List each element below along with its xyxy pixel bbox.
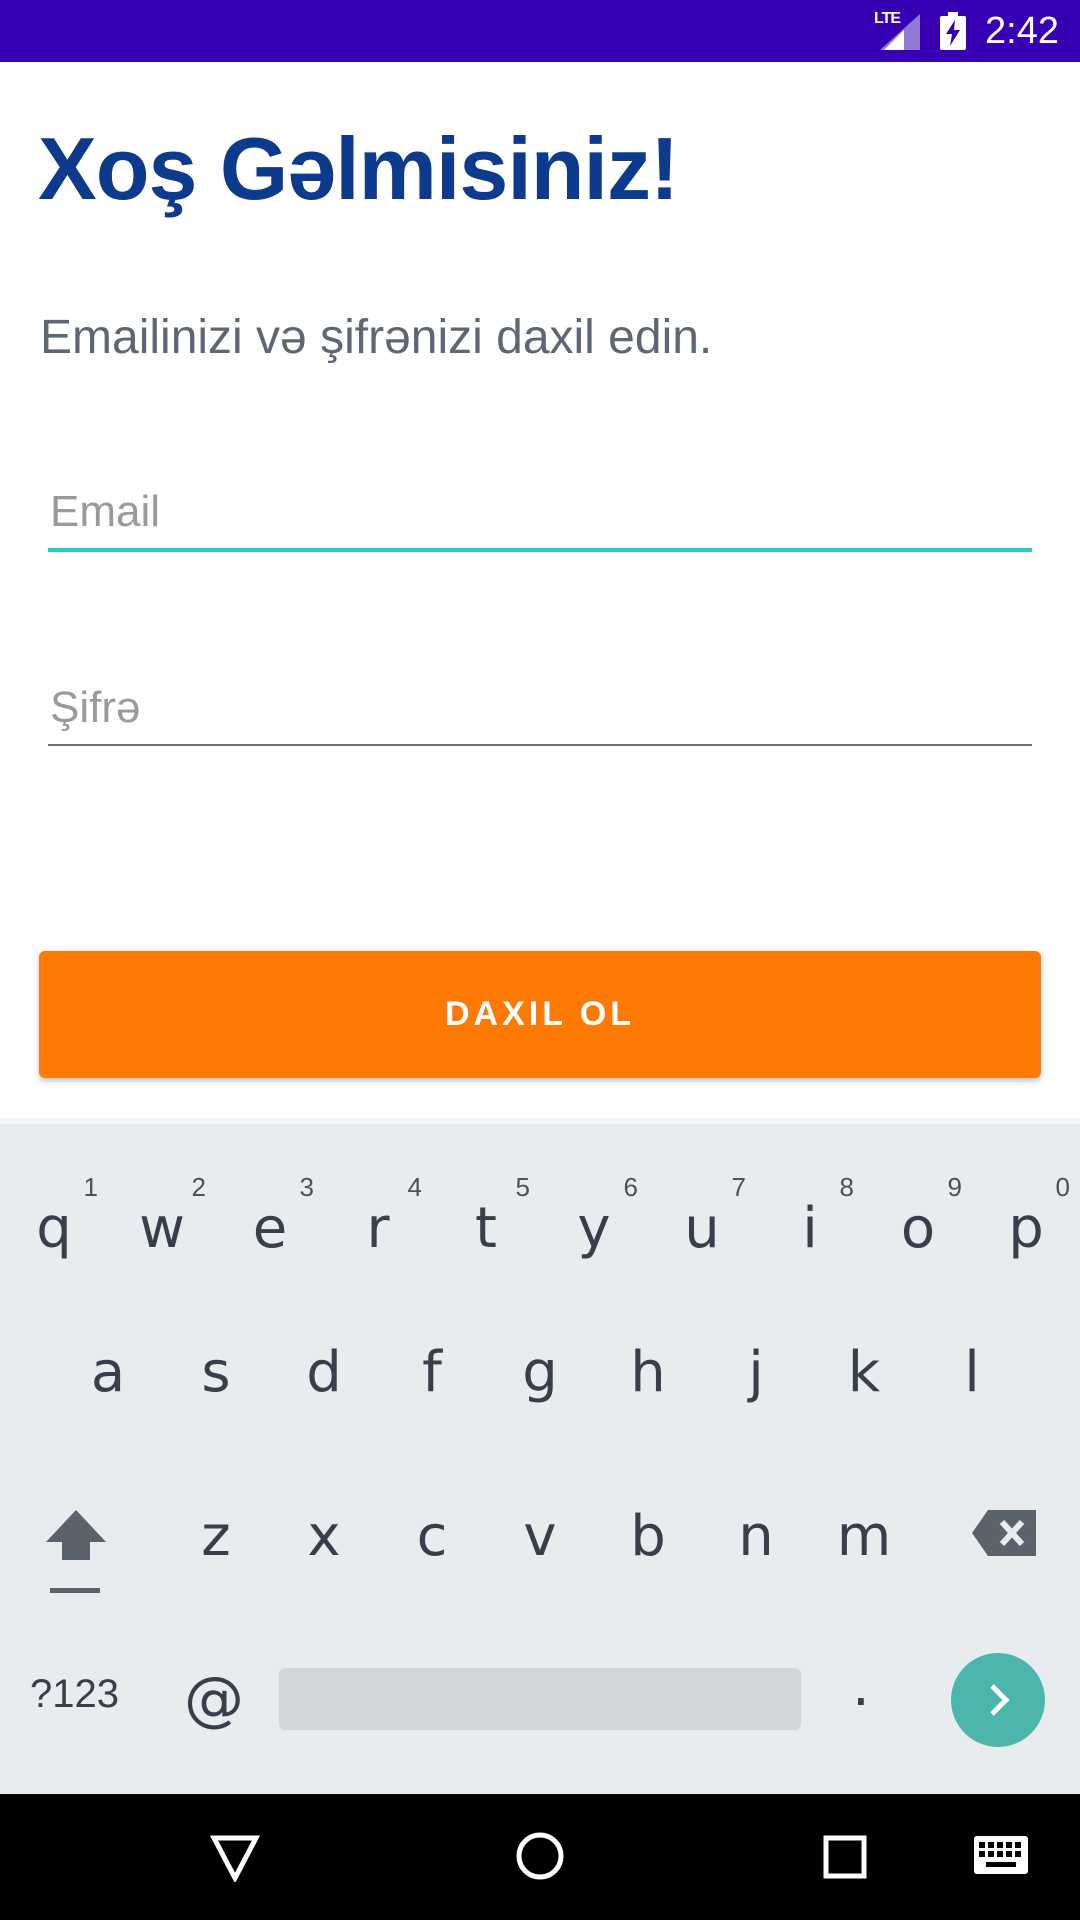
go-key[interactable]: [951, 1653, 1045, 1747]
key-q[interactable]: 1q: [0, 1170, 108, 1270]
key-s[interactable]: s: [162, 1328, 270, 1428]
key-label: h: [630, 1340, 666, 1405]
backspace-icon: [972, 1510, 1036, 1556]
at-key[interactable]: @: [184, 1664, 244, 1734]
key-y[interactable]: 6y: [540, 1170, 648, 1270]
key-k[interactable]: k: [810, 1328, 918, 1428]
key-label: l: [964, 1340, 980, 1405]
chevron-right-icon: [990, 1684, 1010, 1716]
key-label: n: [738, 1504, 774, 1569]
keyboard-icon[interactable]: [974, 1836, 1028, 1874]
key-hint: 2: [191, 1172, 206, 1202]
email-field-underline: [48, 548, 1032, 552]
key-o[interactable]: 9o: [864, 1170, 972, 1270]
key-w[interactable]: 2w: [108, 1170, 216, 1270]
page-title: Xoş Gəlmisiniz!: [38, 119, 679, 218]
backspace-key[interactable]: [970, 1508, 1040, 1558]
email-field[interactable]: [48, 482, 1032, 542]
key-b[interactable]: b: [594, 1492, 702, 1592]
key-e[interactable]: 3e: [216, 1170, 324, 1270]
key-label: b: [630, 1504, 666, 1569]
key-label: m: [836, 1504, 892, 1569]
key-v[interactable]: v: [486, 1492, 594, 1592]
key-d[interactable]: d: [270, 1328, 378, 1428]
key-hint: 5: [515, 1172, 530, 1202]
key-n[interactable]: n: [702, 1492, 810, 1592]
key-label: v: [523, 1504, 557, 1569]
password-field-container: [48, 678, 1032, 746]
login-button[interactable]: DAXIL OL: [39, 951, 1041, 1078]
home-circle-icon[interactable]: [514, 1830, 566, 1882]
key-t[interactable]: 5t: [432, 1170, 540, 1270]
password-field-underline: [48, 744, 1032, 746]
key-hint: 9: [947, 1172, 962, 1202]
key-label: j: [748, 1340, 764, 1405]
key-u[interactable]: 7u: [648, 1170, 756, 1270]
login-instructions: Emailinizi və şifrənizi daxil edin.: [40, 311, 713, 364]
key-label: x: [307, 1504, 341, 1569]
key-hint: 3: [299, 1172, 314, 1202]
key-hint: 6: [623, 1172, 638, 1202]
key-label: g: [522, 1340, 558, 1405]
key-label: s: [201, 1340, 231, 1405]
email-field-container: [48, 482, 1032, 552]
key-label: f: [422, 1340, 442, 1405]
key-a[interactable]: a: [54, 1328, 162, 1428]
key-label: k: [847, 1340, 881, 1405]
battery-charging-icon: [940, 12, 966, 50]
status-clock: 2:42: [985, 10, 1059, 52]
period-key[interactable]: .: [852, 1654, 870, 1719]
shift-icon: [46, 1510, 106, 1593]
key-c[interactable]: c: [378, 1492, 486, 1592]
key-hint: 7: [731, 1172, 746, 1202]
navigation-bar: [0, 1794, 1080, 1920]
key-label: c: [416, 1504, 448, 1569]
space-key[interactable]: [279, 1668, 801, 1730]
key-p[interactable]: 0p: [972, 1170, 1080, 1270]
back-triangle-icon[interactable]: [210, 1834, 260, 1882]
key-m[interactable]: m: [810, 1492, 918, 1592]
key-g[interactable]: g: [486, 1328, 594, 1428]
signal-icon: [880, 14, 920, 50]
password-field[interactable]: [48, 678, 1032, 738]
key-l[interactable]: l: [918, 1328, 1026, 1428]
key-hint: 4: [407, 1172, 422, 1202]
key-label: a: [90, 1340, 126, 1405]
key-hint: 0: [1055, 1172, 1070, 1202]
key-r[interactable]: 4r: [324, 1170, 432, 1270]
key-hint: 8: [839, 1172, 854, 1202]
key-label: d: [306, 1340, 342, 1405]
key-f[interactable]: f: [378, 1328, 486, 1428]
status-bar: LTE 2:42: [0, 0, 1080, 62]
key-j[interactable]: j: [702, 1328, 810, 1428]
key-z[interactable]: z: [162, 1492, 270, 1592]
key-i[interactable]: 8i: [756, 1170, 864, 1270]
symbols-key[interactable]: ?123: [30, 1672, 119, 1717]
key-label: z: [201, 1504, 231, 1569]
key-hint: 1: [83, 1172, 98, 1202]
recents-square-icon[interactable]: [822, 1834, 868, 1880]
key-x[interactable]: x: [270, 1492, 378, 1592]
shift-key[interactable]: [40, 1504, 112, 1596]
key-h[interactable]: h: [594, 1328, 702, 1428]
